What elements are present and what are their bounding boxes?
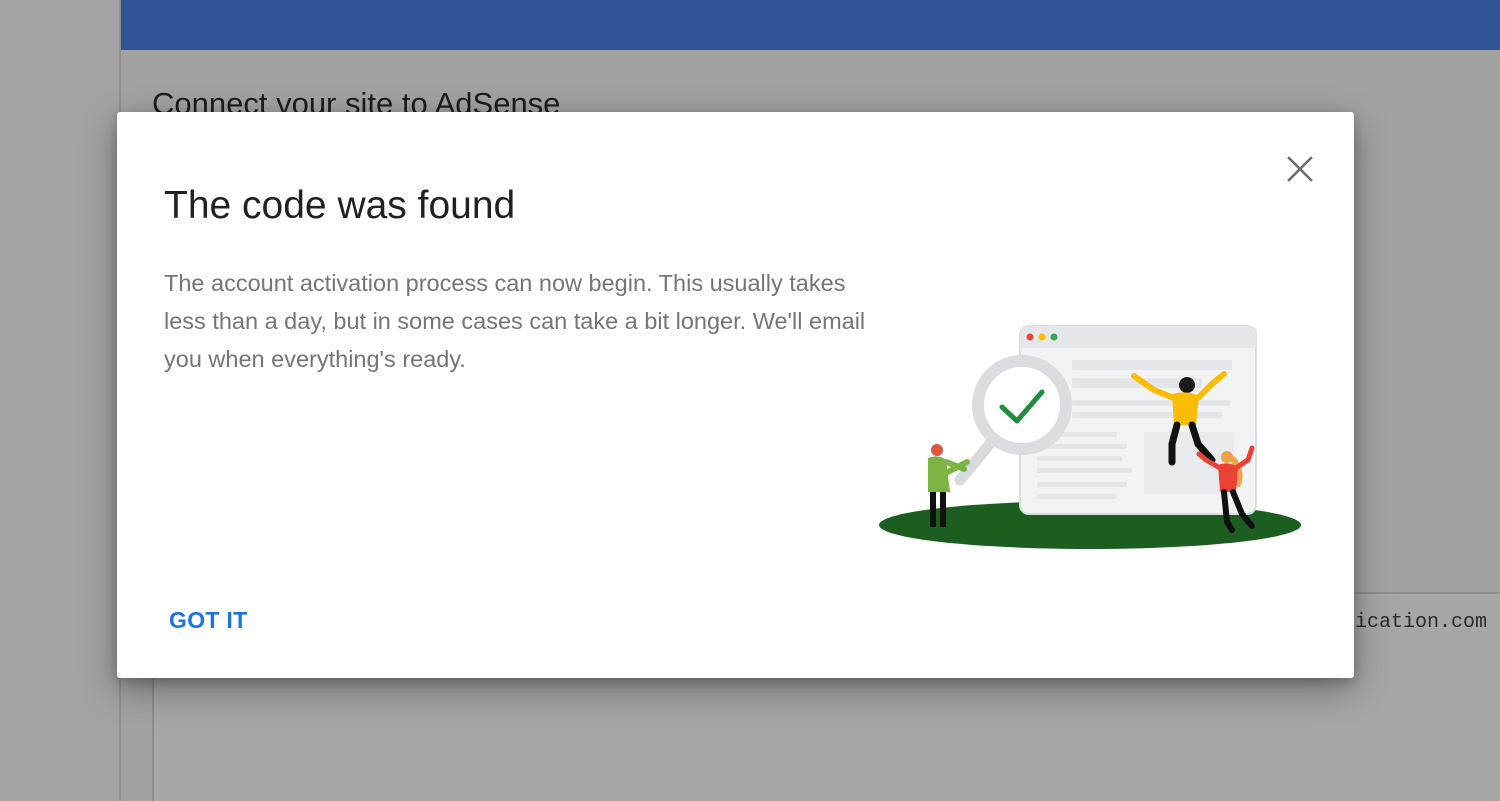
code-snippet: ication.com xyxy=(1355,611,1488,634)
dialog-message: The account activation process can now b… xyxy=(164,270,866,372)
window-dot-red xyxy=(1026,333,1034,341)
window-dot-green xyxy=(1050,333,1058,341)
got-it-button[interactable]: GOT IT xyxy=(151,600,265,640)
app-header xyxy=(121,0,1500,50)
dialog-title: The code was found xyxy=(164,184,516,227)
close-icon xyxy=(1287,156,1313,182)
window-dot-yellow xyxy=(1038,333,1046,341)
magnifier-lens xyxy=(972,355,1072,455)
close-button[interactable] xyxy=(1280,149,1320,189)
left-sidebar xyxy=(0,0,120,801)
site-verified-illustration xyxy=(879,325,1301,549)
confirmation-dialog: The code was found The account activatio… xyxy=(117,112,1354,678)
